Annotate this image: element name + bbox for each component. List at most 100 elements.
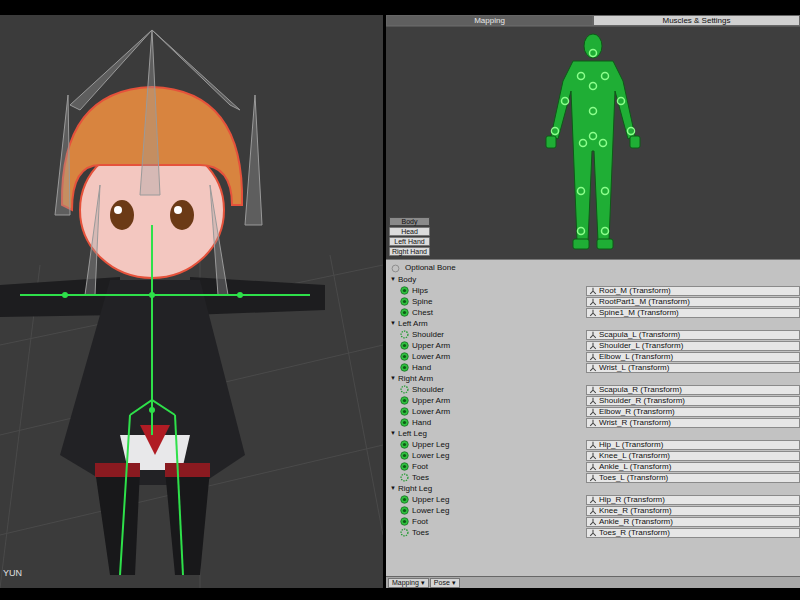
tab[interactable]: Muscles & Settings xyxy=(593,15,800,26)
bone-label: Lower Leg xyxy=(412,450,449,462)
bone-icon xyxy=(400,418,409,427)
transform-icon xyxy=(589,298,597,306)
bone-label: Hand xyxy=(412,362,431,374)
transform-field[interactable]: Hip_L (Transform) xyxy=(586,440,800,450)
expander[interactable]: ▼ xyxy=(390,319,396,328)
tab-bar: MappingMuscles & Settings xyxy=(386,15,800,27)
character-model-icon xyxy=(0,15,383,588)
bone-row: Lower ArmElbow_L (Transform) xyxy=(386,351,800,362)
transform-field[interactable]: Ankle_L (Transform) xyxy=(586,462,800,472)
group-header[interactable]: ▼Left Arm xyxy=(386,318,800,329)
transform-field[interactable]: Toes_R (Transform) xyxy=(586,528,800,538)
bone-row: Spine RootPart1_M (Transform) xyxy=(386,296,800,307)
transform-icon xyxy=(589,452,597,460)
bone-icon xyxy=(400,517,409,526)
bone-row: Lower Leg Knee_L (Transform) xyxy=(386,450,800,461)
bone-row: Toes Toes_L (Transform) xyxy=(386,472,800,483)
transform-field[interactable]: RootPart1_M (Transform) xyxy=(586,297,800,307)
bone-icon xyxy=(400,308,409,317)
dropdown-button[interactable]: Mapping▾ xyxy=(388,578,429,588)
bone-icon xyxy=(400,495,409,504)
transform-icon xyxy=(589,496,597,504)
bone-row: ToesToes_R (Transform) xyxy=(386,527,800,538)
bone-group: ▼Right LegUpper LegHip_R (Transform)Lowe… xyxy=(386,483,800,538)
bone-label: Toes xyxy=(412,472,429,484)
transform-field[interactable]: Wrist_L (Transform) xyxy=(586,363,800,373)
transform-field[interactable]: Spine1_M (Transform) xyxy=(586,308,800,318)
transform-field[interactable]: Ankle_R (Transform) xyxy=(586,517,800,527)
transform-icon xyxy=(589,474,597,482)
bone-label: Chest xyxy=(412,307,433,319)
bone-label: Upper Arm xyxy=(412,340,450,352)
expander[interactable]: ▼ xyxy=(390,429,396,438)
bone-label: Foot xyxy=(412,461,428,473)
bone-icon xyxy=(400,286,409,295)
dropdown-button[interactable]: Pose▾ xyxy=(430,578,460,588)
expander[interactable]: ▼ xyxy=(390,374,396,383)
transform-field[interactable]: Elbow_R (Transform) xyxy=(586,407,800,417)
transform-field[interactable]: Toes_L (Transform) xyxy=(586,473,800,483)
transform-icon xyxy=(589,397,597,405)
transform-field[interactable]: Hip_R (Transform) xyxy=(586,495,800,505)
bone-icon xyxy=(400,396,409,405)
bone-label: Upper Leg xyxy=(412,494,449,506)
bone-label: Hips xyxy=(412,285,428,297)
bone-row: Shoulder Scapula_R (Transform) xyxy=(386,384,800,395)
optional-bone-icon xyxy=(400,330,409,339)
avatar-body-icon xyxy=(543,31,643,253)
transform-field[interactable]: Elbow_L (Transform) xyxy=(586,352,800,362)
transform-icon xyxy=(589,386,597,394)
bone-label: Hand xyxy=(412,417,431,429)
view-button[interactable]: Right Hand xyxy=(389,247,430,256)
transform-icon xyxy=(589,441,597,449)
group-header[interactable]: ▼Right Leg xyxy=(386,483,800,494)
scene-viewport[interactable]: YUN xyxy=(0,15,383,588)
avatar-view: BodyHeadLeft HandRight Hand xyxy=(386,27,800,259)
bone-row: Hips Root_M (Transform) xyxy=(386,285,800,296)
bottom-strip xyxy=(0,588,800,600)
transform-field[interactable]: Shoulder_L (Transform) xyxy=(586,341,800,351)
view-buttons: BodyHeadLeft HandRight Hand xyxy=(386,27,430,259)
group-header[interactable]: ▼Right Arm xyxy=(386,373,800,384)
transform-icon xyxy=(589,364,597,372)
transform-field[interactable]: Knee_R (Transform) xyxy=(586,506,800,516)
bone-group: ▼BodyHips Root_M (Transform) Spine RootPart… xyxy=(386,274,800,318)
legend-row: Optional Bone xyxy=(386,262,800,274)
bone-row: FootAnkle_R (Transform) xyxy=(386,516,800,527)
bone-label: Shoulder xyxy=(412,384,444,396)
bone-label: Spine xyxy=(412,296,432,308)
bone-label: Shoulder xyxy=(412,329,444,341)
figure-area xyxy=(430,27,800,259)
tab[interactable]: Mapping xyxy=(386,15,593,26)
group-header[interactable]: ▼Left Leg xyxy=(386,428,800,439)
transform-field[interactable]: Scapula_L (Transform) xyxy=(586,330,800,340)
bone-icon xyxy=(400,451,409,460)
transform-field[interactable]: Knee_L (Transform) xyxy=(586,451,800,461)
workspace: YUNMappingMuscles & SettingsBodyHeadLeft… xyxy=(0,15,800,588)
group-header[interactable]: ▼Body xyxy=(386,274,800,285)
bone-icon xyxy=(400,341,409,350)
transform-icon xyxy=(589,463,597,471)
transform-field[interactable]: Wrist_R (Transform) xyxy=(586,418,800,428)
top-strip xyxy=(0,0,800,15)
transform-field[interactable]: Scapula_R (Transform) xyxy=(586,385,800,395)
bone-group: ▼Left LegUpper LegHip_L (Transform)Lower… xyxy=(386,428,800,483)
bone-list: Optional Bone▼BodyHips Root_M (Transform)… xyxy=(386,259,800,576)
bone-icon xyxy=(400,407,409,416)
view-button[interactable]: Head xyxy=(389,227,430,236)
bottom-bar: Mapping▾Pose▾ xyxy=(386,576,800,588)
transform-field[interactable]: Root_M (Transform) xyxy=(586,286,800,296)
view-button[interactable]: Left Hand xyxy=(389,237,430,246)
expander[interactable]: ▼ xyxy=(390,275,396,284)
expander[interactable]: ▼ xyxy=(390,484,396,493)
bone-row: Hand Wrist_L (Transform) xyxy=(386,362,800,373)
transform-icon xyxy=(589,342,597,350)
transform-icon xyxy=(589,287,597,295)
transform-icon xyxy=(589,518,597,526)
bone-group: ▼Right ArmShoulderScapula_R (Transform)U… xyxy=(386,373,800,428)
transform-icon xyxy=(589,353,597,361)
transform-field[interactable]: Shoulder_R (Transform) xyxy=(586,396,800,406)
avatar-inspector: MappingMuscles & SettingsBodyHeadLeft Ha… xyxy=(386,15,800,588)
view-button[interactable]: Body xyxy=(389,217,430,226)
bone-icon xyxy=(400,440,409,449)
